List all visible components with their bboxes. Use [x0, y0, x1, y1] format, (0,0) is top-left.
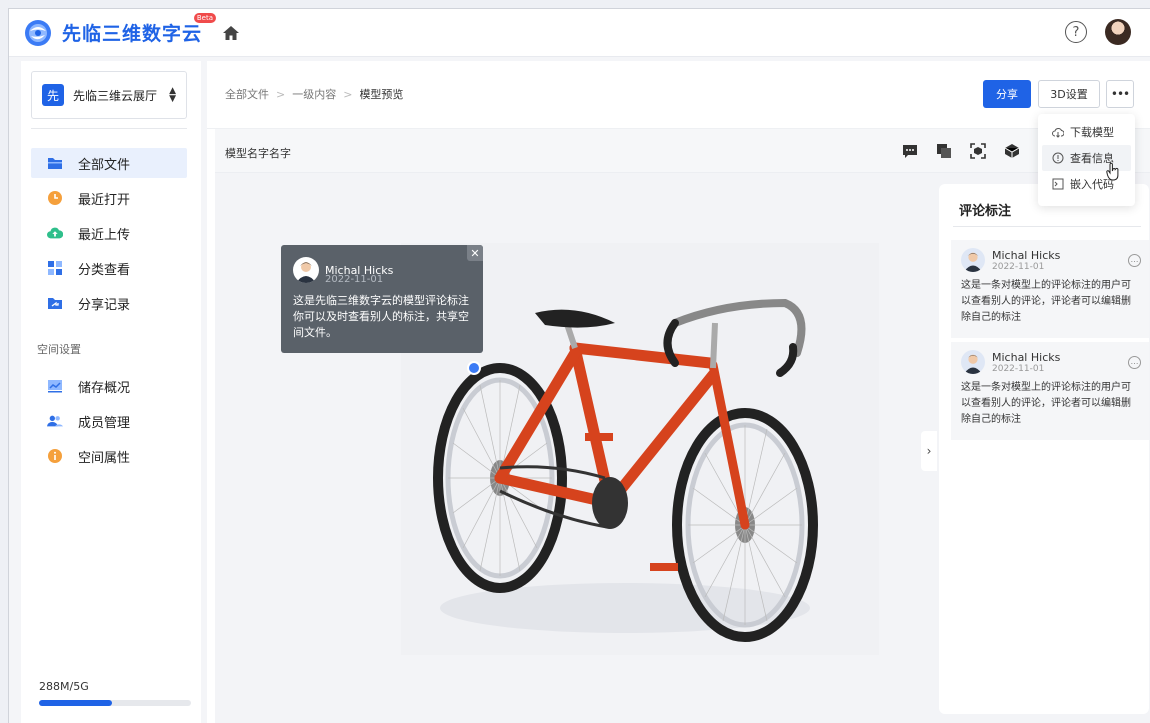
more-button[interactable]: •••	[1106, 80, 1134, 108]
model-viewer: 模型名字名字 ✕ Michal Hicks 2022-11-01 这是先临三维数…	[215, 129, 1150, 723]
comment-icon[interactable]	[901, 142, 919, 160]
brand-text: 先临三维数字云	[62, 23, 203, 45]
storage-usage-label: 288M/5G	[39, 680, 89, 693]
help-icon[interactable]: ?	[1065, 21, 1087, 43]
cloud-download-icon	[1052, 126, 1064, 138]
info-icon	[47, 448, 63, 464]
sidebar-item-label: 成员管理	[78, 415, 131, 431]
cloud-upload-icon	[47, 225, 63, 241]
folder-icon	[47, 155, 63, 171]
info-circle-icon	[1052, 152, 1064, 164]
home-icon[interactable]	[222, 24, 240, 42]
sidebar-item-label: 空间属性	[78, 450, 131, 466]
sidebar-item-all-files[interactable]: 全部文件	[31, 148, 187, 178]
annotation-bubble: ✕ Michal Hicks 2022-11-01 这是先临三维数字云的模型评论…	[281, 245, 483, 353]
sidebar-item-storage[interactable]: 储存概况	[31, 371, 187, 401]
more-dropdown-menu: 下载模型 查看信息 嵌入代码	[1038, 114, 1135, 206]
breadcrumb: 全部文件 > 一级内容 > 模型预览	[225, 86, 403, 102]
users-icon	[47, 413, 63, 429]
menu-item-download[interactable]: 下载模型	[1042, 119, 1131, 145]
chart-icon	[47, 378, 63, 394]
user-avatar[interactable]	[1105, 19, 1131, 45]
space-name: 先临三维云展厅	[73, 88, 158, 103]
chevron-right-icon: >	[276, 87, 286, 101]
comment-user-name: Michal Hicks	[992, 248, 1061, 262]
sidebar-item-recent-open[interactable]: 最近打开	[31, 183, 187, 213]
comment-text: 这是一条对模型上的评论标注的用户可以查看别人的评论，评论者可以编辑删除自己的标注	[961, 280, 1131, 323]
comments-panel: 评论标注 Michal Hicks 2022-11-01 … 这是一条对模型上的…	[939, 184, 1149, 714]
bubble-date: 2022-11-01	[325, 274, 384, 285]
sidebar-item-members[interactable]: 成员管理	[31, 406, 187, 436]
header-bar: 全部文件 > 一级内容 > 模型预览 分享 3D设置 •••	[207, 61, 1150, 129]
hand-cursor-icon	[1106, 163, 1119, 181]
top-bar: 先临三维数字云 Beta ?	[9, 9, 1150, 57]
beta-badge: Beta	[193, 13, 217, 23]
chevron-right-icon[interactable]: ›	[921, 431, 937, 471]
breadcrumb-item[interactable]: 一级内容	[292, 86, 336, 102]
comment-user-name: Michal Hicks	[992, 350, 1061, 364]
breadcrumb-current: 模型预览	[359, 88, 404, 101]
code-icon	[1052, 178, 1064, 190]
sidebar-item-share-records[interactable]: 分享记录	[31, 288, 187, 318]
sort-updown-icon: ▲ ▼	[169, 86, 176, 104]
grid-icon	[47, 260, 63, 276]
chevron-right-icon: >	[343, 87, 353, 101]
main-content: 全部文件 > 一级内容 > 模型预览 分享 3D设置 ••• 模型名字名字 ✕ …	[207, 61, 1150, 723]
share-folder-icon	[47, 295, 63, 311]
sidebar-item-category[interactable]: 分类查看	[31, 253, 187, 283]
space-badge: 先	[42, 84, 64, 106]
sidebar-item-properties[interactable]: 空间属性	[31, 441, 187, 471]
sidebar-item-label: 全部文件	[78, 157, 131, 173]
share-button[interactable]: 分享	[983, 80, 1031, 108]
sidebar-item-label: 分享记录	[78, 297, 131, 313]
model-toolbar: 模型名字名字	[215, 129, 1150, 173]
close-icon[interactable]: ✕	[467, 245, 483, 261]
sidebar-item-label: 储存概况	[78, 380, 131, 396]
breadcrumb-item[interactable]: 全部文件	[225, 86, 269, 102]
logo-icon[interactable]	[24, 19, 52, 47]
bicycle-model-icon[interactable]	[425, 263, 825, 643]
avatar	[961, 350, 985, 374]
annotation-marker[interactable]	[467, 361, 481, 375]
bubble-text: 这是先临三维数字云的模型评论标注你可以及时查看别人的标注，共享空间文件。	[293, 294, 469, 339]
more-options-icon[interactable]: …	[1128, 254, 1141, 267]
sidebar-item-label: 最近打开	[78, 192, 131, 208]
storage-progress-bar	[39, 700, 191, 706]
comment-item[interactable]: Michal Hicks 2022-11-01 … 这是一条对模型上的评论标注的…	[951, 342, 1149, 440]
comment-date: 2022-11-01	[992, 363, 1045, 374]
sidebar-item-label: 最近上传	[78, 227, 131, 243]
avatar	[293, 257, 319, 283]
more-options-icon[interactable]: …	[1128, 356, 1141, 369]
scan-icon[interactable]	[969, 142, 987, 160]
comment-text: 这是一条对模型上的评论标注的用户可以查看别人的评论，评论者可以编辑删除自己的标注	[961, 382, 1131, 425]
panel-title: 评论标注	[959, 204, 1012, 219]
storage-progress-fill	[39, 700, 112, 706]
comment-item[interactable]: Michal Hicks 2022-11-01 … 这是一条对模型上的评论标注的…	[951, 240, 1149, 338]
sidebar: 先 先临三维云展厅 ▲ ▼ 全部文件 最近打开 最近上传 分类查看 分享记录 空间…	[21, 61, 201, 723]
app-frame: 先临三维数字云 Beta ? 先 先临三维云展厅 ▲ ▼ 全部文件 最近打开 最近…	[8, 8, 1150, 723]
sidebar-item-label: 分类查看	[78, 262, 131, 278]
menu-item-label: 下载模型	[1070, 126, 1114, 139]
model-name: 模型名字名字	[225, 147, 291, 160]
layers-icon[interactable]	[935, 142, 953, 160]
cube-icon[interactable]	[1003, 142, 1021, 160]
sidebar-item-recent-upload[interactable]: 最近上传	[31, 218, 187, 248]
sidebar-divider	[31, 128, 187, 129]
section-label: 空间设置	[37, 343, 81, 356]
clock-icon	[47, 190, 63, 206]
model-stage[interactable]: ✕ Michal Hicks 2022-11-01 这是先临三维数字云的模型评论…	[215, 173, 1150, 723]
space-selector[interactable]: 先 先临三维云展厅 ▲ ▼	[31, 71, 187, 119]
avatar	[961, 248, 985, 272]
brand-title[interactable]: 先临三维数字云 Beta	[62, 13, 217, 46]
3d-settings-button[interactable]: 3D设置	[1038, 80, 1100, 108]
comment-date: 2022-11-01	[992, 261, 1045, 272]
panel-divider	[953, 226, 1141, 227]
